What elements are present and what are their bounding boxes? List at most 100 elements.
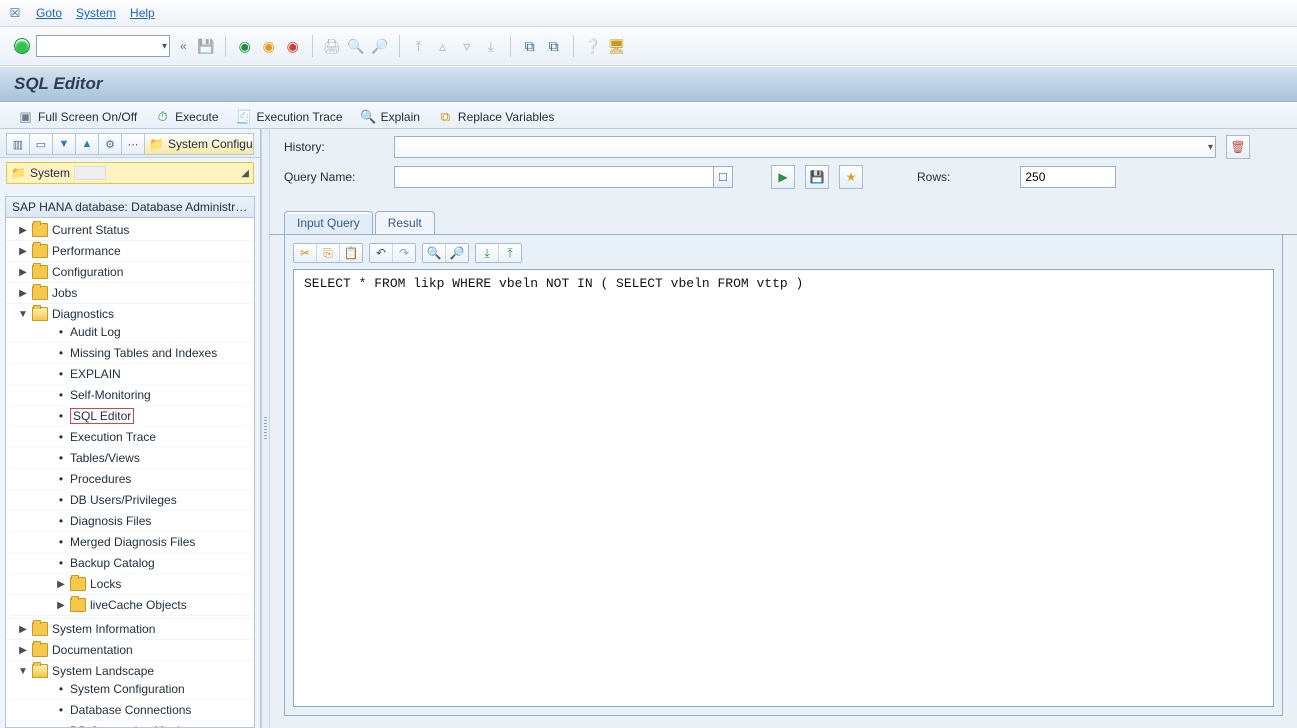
tree-branch[interactable]: ▶Locks (10, 574, 250, 595)
sql-editor[interactable]: SELECT * FROM likp WHERE vbeln NOT IN ( … (293, 269, 1274, 707)
save-icon[interactable]: 💾 (197, 37, 215, 55)
tree-leaf[interactable]: •Self-Monitoring (10, 385, 250, 406)
query-f4-button[interactable]: ☐ (714, 166, 733, 188)
tree-leaf[interactable]: •Audit Log (10, 322, 250, 343)
new-session-icon[interactable]: ⧉ (521, 37, 539, 55)
tree-leaf[interactable]: •Diagnosis Files (10, 511, 250, 532)
tree-branch[interactable]: ▶Configuration (6, 262, 254, 283)
expand-icon[interactable]: ▶ (18, 645, 28, 656)
tree-branch-label: System Information (52, 622, 155, 636)
tree-leaf[interactable]: •DB Users/Privileges (10, 490, 250, 511)
menu-system[interactable]: System (76, 6, 116, 20)
rows-input[interactable] (1020, 166, 1116, 188)
help-f1-icon[interactable]: ❔ (584, 37, 602, 55)
tree-leaf[interactable]: •Procedures (10, 469, 250, 490)
tree-leaf[interactable]: •DB Connection Monitor (10, 721, 250, 728)
shortcut-icon[interactable]: ⧉ (545, 37, 563, 55)
tree-branch[interactable]: ▶ Current Status (6, 220, 254, 241)
delete-history-button[interactable]: 🗑 (1226, 135, 1250, 159)
back-icon[interactable]: ◉ (236, 37, 254, 55)
redo-icon[interactable]: ↷ (392, 244, 415, 262)
dropdown-icon[interactable]: ▾ (162, 41, 167, 52)
find-icon[interactable]: 🔍 (347, 37, 365, 55)
explain-button[interactable]: 🔍 Explain (361, 110, 420, 125)
paste-icon[interactable]: 📋 (339, 244, 362, 262)
tree-branch[interactable]: ▶Jobs (6, 283, 254, 304)
copy-icon[interactable]: ⎘ (316, 244, 339, 262)
expand-icon[interactable]: ▶ (18, 267, 28, 278)
last-page-icon[interactable]: ⤓ (482, 37, 500, 55)
tree-leaf[interactable]: •Database Connections (10, 700, 250, 721)
local-layout-icon[interactable]: 🖥 (608, 37, 626, 55)
cut-icon[interactable]: ✂ (294, 244, 316, 262)
expand-icon[interactable]: ▶ (18, 624, 28, 635)
first-page-icon[interactable]: ⤒ (410, 37, 428, 55)
tree-branch-label: Current Status (52, 223, 129, 237)
expand-icon[interactable]: ▶ (56, 579, 66, 590)
import-icon[interactable]: ⤓ (476, 244, 498, 262)
expand-icon[interactable]: ▶ (18, 225, 28, 236)
collapse-icon[interactable]: ▼ (18, 666, 28, 677)
nav-collapse-button[interactable]: ▭ (29, 133, 53, 155)
tree-leaf[interactable]: •Merged Diagnosis Files (10, 532, 250, 553)
exit-icon[interactable]: ◉ (260, 37, 278, 55)
export-icon[interactable]: ⤒ (498, 244, 521, 262)
command-field[interactable]: ▾ (36, 35, 170, 57)
enter-ok-icon[interactable] (14, 38, 30, 54)
tree-branch[interactable]: ▼Diagnostics•Audit Log•Missing Tables an… (6, 304, 254, 619)
tree-leaf[interactable]: •Backup Catalog (10, 553, 250, 574)
dropdown-icon[interactable]: ◢ (241, 168, 249, 179)
chevron-left-icon[interactable]: « (176, 39, 191, 53)
undo-icon[interactable]: ↶ (370, 244, 392, 262)
tree-branch[interactable]: ▶liveCache Objects (10, 595, 250, 616)
editor-find-icon[interactable]: 🔍 (423, 244, 445, 262)
nav-config-button[interactable]: ⚙ (98, 133, 122, 155)
menu-goto[interactable]: Goto (36, 6, 62, 20)
execution-trace-button[interactable]: 🧾 Execution Trace (237, 110, 343, 125)
tab-result[interactable]: Result (375, 211, 435, 234)
expand-icon[interactable]: ▶ (18, 288, 28, 299)
vertical-splitter[interactable] (261, 129, 270, 728)
tree-leaf-label: System Configuration (70, 682, 185, 696)
nav-breadcrumb[interactable]: 📁 System Configu ▸ (144, 133, 254, 155)
nav-up-button[interactable]: ▲ (75, 133, 99, 155)
tree-leaf[interactable]: •System Configuration (10, 679, 250, 700)
fullscreen-toggle-button[interactable]: ▣ Full Screen On/Off (18, 110, 137, 125)
history-dropdown[interactable]: ▾ (394, 136, 1216, 158)
editor-find-next-icon[interactable]: 🔎 (445, 244, 468, 262)
system-selector[interactable]: 📁 System ◢ (6, 162, 254, 184)
expand-icon[interactable]: ▶ (56, 600, 66, 611)
tree-branch[interactable]: ▶ System Information (6, 619, 254, 640)
tree-leaf[interactable]: •SQL Editor (10, 406, 250, 427)
tree-branch[interactable]: ▶Performance (6, 241, 254, 262)
find-next-icon[interactable]: 🔎 (371, 37, 389, 55)
tab-input-query[interactable]: Input Query (284, 211, 373, 234)
window-menu-icon[interactable]: ☒ (8, 6, 22, 20)
tree-leaf[interactable]: •Tables/Views (10, 448, 250, 469)
nav-down-button[interactable]: ▼ (52, 133, 76, 155)
fav-query-button[interactable]: ★ (839, 165, 863, 189)
execute-button[interactable]: ⏱ Execute (155, 110, 218, 125)
page-down-icon[interactable]: ▿ (458, 37, 476, 55)
dropdown-icon[interactable]: ▾ (1208, 142, 1213, 153)
collapse-icon[interactable]: ▼ (18, 309, 28, 320)
query-name-input[interactable] (394, 166, 714, 188)
nav-more-button[interactable]: ⋯ (121, 133, 145, 155)
tree-leaf[interactable]: •Missing Tables and Indexes (10, 343, 250, 364)
system-label: System (30, 166, 70, 180)
tree-branch[interactable]: ▶Documentation (6, 640, 254, 661)
replace-variables-button[interactable]: ⧉ Replace Variables (438, 110, 555, 125)
replace-icon: ⧉ (438, 110, 453, 125)
tree-leaf[interactable]: •Execution Trace (10, 427, 250, 448)
expand-icon[interactable]: ▶ (18, 246, 28, 257)
nav-expand-button[interactable]: ▥ (6, 133, 30, 155)
query-name-label: Query Name: (284, 170, 384, 184)
save-query-button[interactable]: 💾 (805, 165, 829, 189)
print-icon[interactable]: 🖨 (323, 37, 341, 55)
cancel-icon[interactable]: ◉ (284, 37, 302, 55)
tree-leaf[interactable]: •EXPLAIN (10, 364, 250, 385)
page-up-icon[interactable]: ▵ (434, 37, 452, 55)
menu-help[interactable]: Help (130, 6, 155, 20)
tree-branch[interactable]: ▼System Landscape•System Configuration•D… (6, 661, 254, 728)
run-query-button[interactable]: ▶ (771, 165, 795, 189)
